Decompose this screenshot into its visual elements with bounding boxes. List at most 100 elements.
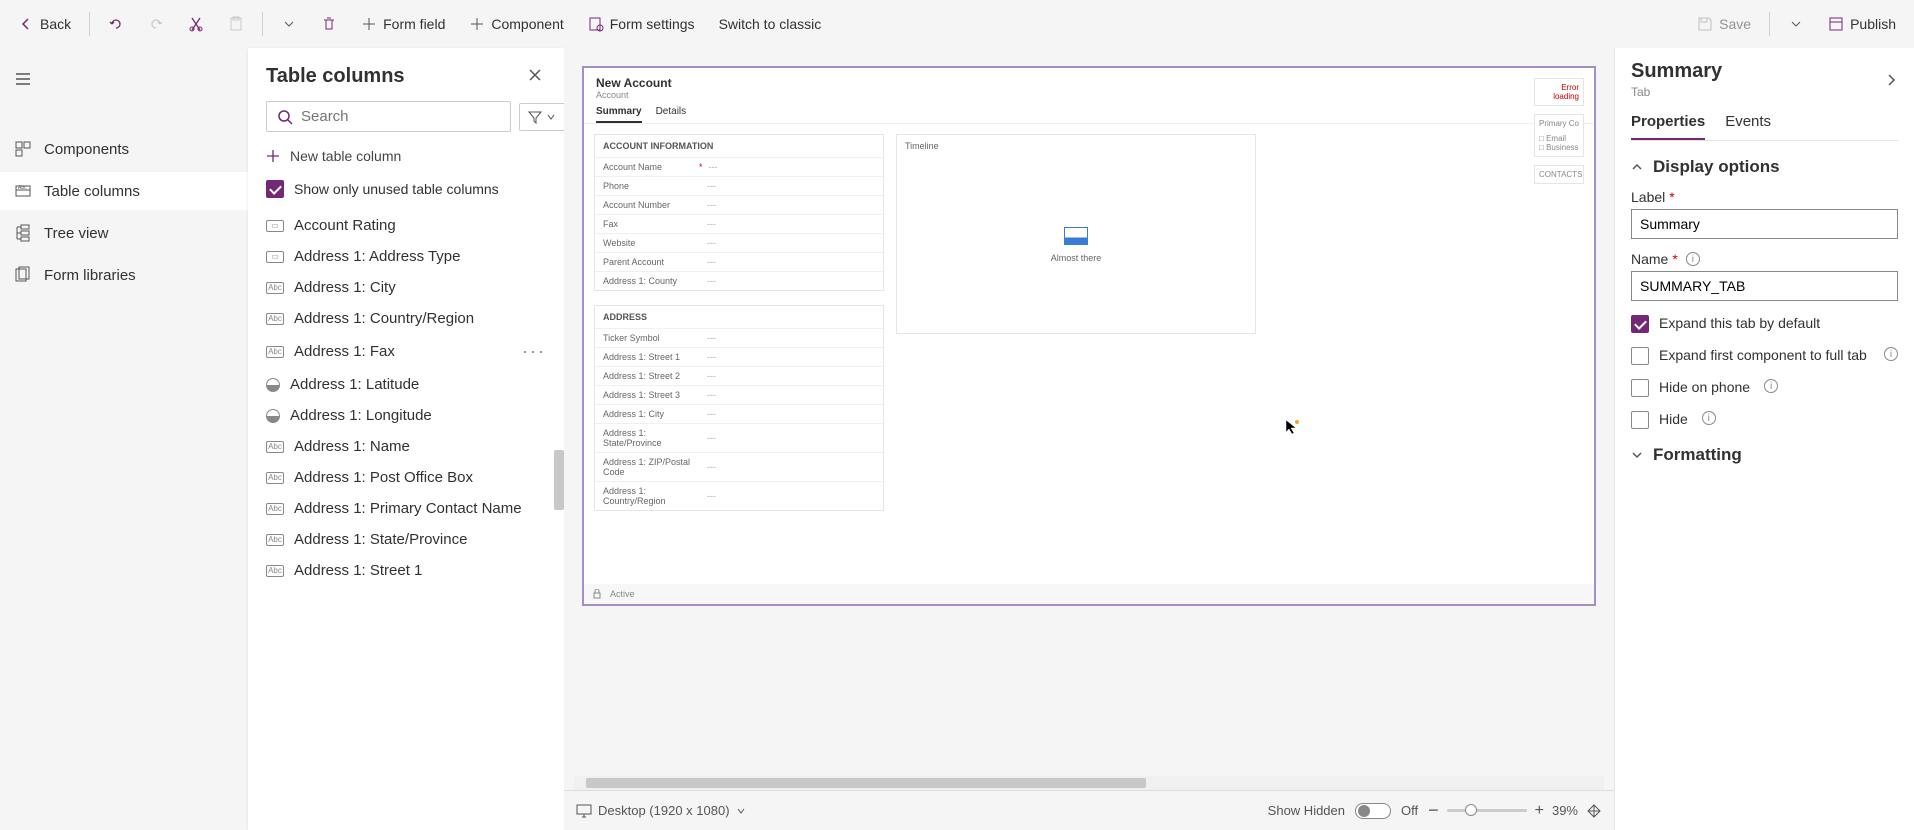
search-icon [277,109,293,125]
field-label: Phone [603,181,693,191]
name-input[interactable] [1631,271,1898,301]
timeline-section[interactable]: Timeline Almost there [896,134,1256,334]
events-tab[interactable]: Events [1725,113,1771,140]
column-item[interactable]: AbcAddress 1: Primary Contact Name [248,493,564,524]
form-settings-button[interactable]: Form settings [578,10,705,38]
chevron-right-icon[interactable] [1884,73,1898,87]
column-list[interactable]: ▭Account Rating▭Address 1: Address TypeA… [248,210,564,830]
column-item[interactable]: Address 1: Longitude [248,400,564,431]
save-dropdown[interactable] [1778,10,1814,38]
form-field-row[interactable]: Address 1: Street 1--- [595,347,883,366]
properties-tab[interactable]: Properties [1631,113,1705,140]
column-item[interactable]: AbcAddress 1: State/Province [248,524,564,555]
info-icon[interactable]: i [1764,379,1778,393]
device-selector[interactable]: Desktop (1920 x 1080) [576,803,746,818]
column-item[interactable]: AbcAddress 1: Fax··· [248,334,564,369]
cut-button[interactable] [178,10,214,38]
undo-icon [108,16,124,32]
filter-button[interactable] [519,103,565,131]
expand-first-checkbox[interactable] [1631,347,1649,365]
column-item[interactable]: Address 1: Latitude [248,369,564,400]
form-field-row[interactable]: Account Number--- [595,195,883,214]
form-field-row[interactable]: Address 1: Street 2--- [595,366,883,385]
field-label: Ticker Symbol [603,333,693,343]
switch-classic-button[interactable]: Switch to classic [709,10,832,38]
nav-label: Table columns [44,183,140,200]
components-icon [14,140,32,158]
address-section[interactable]: ADDRESS Ticker Symbol---Address 1: Stree… [594,305,884,511]
add-component-button[interactable]: Component [459,10,573,38]
back-button[interactable]: Back [8,10,81,38]
more-button[interactable]: ··· [522,341,546,362]
switch-label: Switch to classic [719,16,822,32]
nav-form-libraries[interactable]: Form libraries [0,256,248,294]
form-field-row[interactable]: Fax--- [595,214,883,233]
form-field-row[interactable]: Ticker Symbol--- [595,328,883,347]
paste-button[interactable] [218,10,254,38]
save-button[interactable]: Save [1687,10,1761,38]
column-item[interactable]: ▭Address 1: Address Type [248,241,564,272]
column-item[interactable]: AbcAddress 1: Country/Region [248,303,564,334]
show-hidden-toggle[interactable] [1355,803,1391,819]
column-item[interactable]: AbcAddress 1: Street 1 [248,555,564,586]
hamburger-button[interactable] [0,60,248,98]
info-icon[interactable]: i [1884,347,1898,361]
unused-only-checkbox[interactable] [266,180,284,198]
form-field-row[interactable]: Parent Account--- [595,252,883,271]
form-preview[interactable]: New Account Account Summary Details ACCO… [582,66,1596,606]
info-icon[interactable]: i [1702,411,1716,425]
scrollbar[interactable] [554,450,564,510]
hide-phone-checkbox[interactable] [1631,379,1649,397]
field-label: Address 1: City [603,409,693,419]
back-label: Back [40,16,71,32]
text-icon: Abc [266,313,284,325]
label-input[interactable] [1631,209,1898,239]
display-options-header[interactable]: Display options [1631,157,1898,177]
publish-button[interactable]: Publish [1818,10,1906,38]
form-field-row[interactable]: Address 1: Street 3--- [595,385,883,404]
horizontal-scrollbar[interactable] [574,776,1604,790]
column-item[interactable]: ▭Account Rating [248,210,564,241]
form-field-row[interactable]: Phone--- [595,176,883,195]
nav-table-columns[interactable]: Abc Table columns [0,172,248,210]
zoom-slider[interactable] [1447,809,1527,812]
form-field-row[interactable]: Address 1: County--- [595,271,883,290]
table-columns-icon: Abc [14,182,32,200]
form-field-row[interactable]: Address 1: Country/Region--- [595,481,883,510]
new-table-column-button[interactable]: New table column [248,140,564,172]
close-panel-button[interactable] [524,64,546,89]
formatting-header[interactable]: Formatting [1631,445,1898,465]
nav-tree-view[interactable]: Tree view [0,214,248,252]
form-field-row[interactable]: Address 1: City--- [595,404,883,423]
form-tab-summary[interactable]: Summary [596,106,642,123]
column-item[interactable]: AbcAddress 1: City [248,272,564,303]
delete-button[interactable] [311,10,347,38]
nav-components[interactable]: Components [0,130,248,168]
undo-button[interactable] [98,10,134,38]
form-tab-details[interactable]: Details [656,106,687,123]
form-field-row[interactable]: Account Name*--- [595,157,883,176]
related-card[interactable]: Error loading [1534,78,1584,106]
search-box[interactable] [266,101,511,132]
form-field-row[interactable]: Address 1: State/Province--- [595,423,883,452]
column-item[interactable]: AbcAddress 1: Post Office Box [248,462,564,493]
redo-button[interactable] [138,10,174,38]
primary-contact-card[interactable]: Primary Co □ Email □ Business [1534,114,1584,157]
zoom-in-button[interactable]: + [1535,802,1544,820]
expand-default-checkbox[interactable] [1631,315,1649,333]
info-icon[interactable]: i [1686,252,1700,266]
fit-icon[interactable] [1586,803,1602,819]
column-item[interactable]: AbcAddress 1: Name [248,431,564,462]
hide-checkbox[interactable] [1631,411,1649,429]
form-field-row[interactable]: Website--- [595,233,883,252]
account-info-section[interactable]: ACCOUNT INFORMATION Account Name*---Phon… [594,134,884,291]
paste-dropdown[interactable] [271,10,307,38]
optionset-icon: ▭ [266,220,284,232]
search-input[interactable] [301,108,500,125]
contacts-card[interactable]: CONTACTS [1534,165,1584,184]
props-title: Summary [1631,60,1722,83]
add-form-field-button[interactable]: Form field [351,10,455,38]
error-link[interactable]: Error loading [1539,83,1579,101]
zoom-out-button[interactable]: − [1428,800,1439,821]
form-field-row[interactable]: Address 1: ZIP/Postal Code--- [595,452,883,481]
